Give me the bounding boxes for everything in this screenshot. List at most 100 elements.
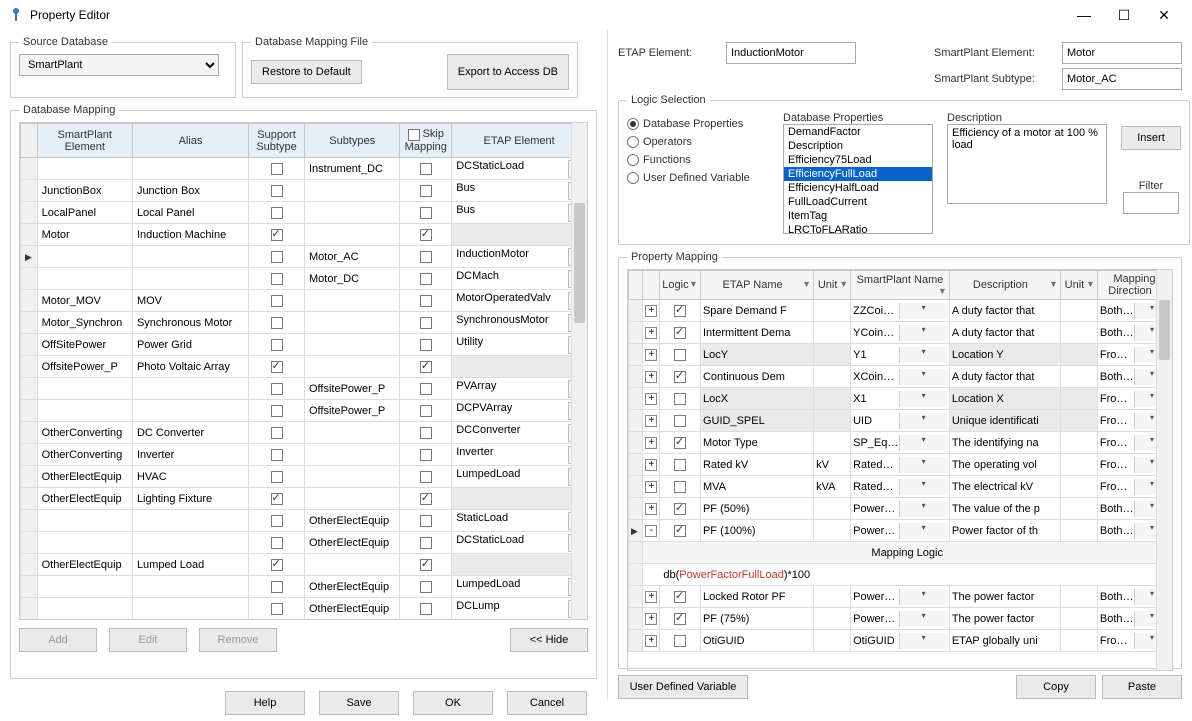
skip-checkbox[interactable] — [420, 383, 432, 395]
logic-checkbox[interactable] — [674, 503, 686, 515]
user-defined-variable-button[interactable]: User Defined Variable — [618, 675, 748, 699]
table-row[interactable]: - PF (100%) PowerFactorF▾ Power factor o… — [629, 520, 1172, 542]
support-checkbox[interactable] — [271, 273, 283, 285]
radio-2[interactable] — [627, 154, 639, 166]
support-checkbox[interactable] — [271, 449, 283, 461]
chevron-down-icon[interactable]: ▾ — [899, 611, 946, 627]
support-checkbox[interactable] — [271, 163, 283, 175]
table-row[interactable]: Motor_MOVMOV MotorOperatedValv▾ — [21, 290, 587, 312]
table-row[interactable]: OtherConvertingInverter Inverter▾ — [21, 444, 587, 466]
expand-icon[interactable]: + — [645, 481, 657, 493]
logic-checkbox[interactable] — [674, 459, 686, 471]
table-row[interactable]: OtherElectEquipHVAC LumpedLoad▾ — [21, 466, 587, 488]
filter-input[interactable] — [1123, 192, 1179, 214]
logic-checkbox[interactable] — [674, 371, 686, 383]
support-checkbox[interactable] — [271, 361, 283, 373]
table-row[interactable]: + Spare Demand F ZZCoincidenc▾ A duty fa… — [629, 300, 1172, 322]
insert-button[interactable]: Insert — [1121, 126, 1181, 150]
chevron-down-icon[interactable]: ▾ — [899, 347, 946, 363]
chevron-down-icon[interactable]: ▾ — [899, 435, 946, 451]
table-row[interactable]: + OtiGUID OtiGUID▾ ETAP globally uni Fro… — [629, 630, 1172, 652]
table-row[interactable]: OtherConvertingDC Converter DCConverter▾ — [21, 422, 587, 444]
table-row[interactable]: OtherElectEquipLumped Load — [21, 554, 587, 576]
prop-mapping-scrollbar[interactable] — [1156, 270, 1172, 670]
list-item[interactable]: Description — [784, 139, 932, 153]
table-row[interactable]: + LocX X1▾ Location X From SPEL▾ — [629, 388, 1172, 410]
table-row[interactable]: + PF (75%) PowerFactor7▾ The power facto… — [629, 608, 1172, 630]
skip-checkbox[interactable] — [420, 339, 432, 351]
db-props-list[interactable]: DemandFactorDescriptionEfficiency75LoadE… — [783, 124, 933, 234]
skip-checkbox[interactable] — [420, 581, 432, 593]
expand-icon[interactable]: + — [645, 591, 657, 603]
expand-icon[interactable]: + — [645, 327, 657, 339]
ok-button[interactable]: OK — [413, 691, 493, 715]
help-button[interactable]: Help — [225, 691, 305, 715]
table-row[interactable]: OtherElectEquip StaticLoad▾ — [21, 510, 587, 532]
support-checkbox[interactable] — [271, 515, 283, 527]
table-row[interactable]: + Motor Type SP_Equipmen▾ The identifyin… — [629, 432, 1172, 454]
expand-icon[interactable]: + — [645, 415, 657, 427]
chevron-down-icon[interactable]: ▾ — [899, 479, 946, 495]
chevron-down-icon[interactable]: ▾ — [899, 391, 946, 407]
col-logic[interactable]: Logic▼ — [659, 271, 700, 300]
expand-icon[interactable]: + — [645, 437, 657, 449]
export-accessdb-button[interactable]: Export to Access DB — [447, 54, 569, 90]
skip-checkbox[interactable] — [420, 427, 432, 439]
table-row[interactable]: + PF (50%) PowerFactorH▾ The value of th… — [629, 498, 1172, 520]
chevron-down-icon[interactable]: ▾ — [899, 457, 946, 473]
table-row[interactable]: + Intermittent Dema YCoincidence▾ A duty… — [629, 322, 1172, 344]
table-row[interactable]: + MVAkVA RatedApparen▾ The electrical kV… — [629, 476, 1172, 498]
table-row[interactable]: OtherElectEquip DCStaticLoad▾ — [21, 532, 587, 554]
support-checkbox[interactable] — [271, 229, 283, 241]
expand-icon[interactable]: + — [645, 393, 657, 405]
logic-checkbox[interactable] — [674, 349, 686, 361]
chevron-down-icon[interactable]: ▾ — [899, 589, 946, 605]
support-checkbox[interactable] — [271, 185, 283, 197]
skip-checkbox[interactable] — [420, 273, 432, 285]
support-checkbox[interactable] — [271, 317, 283, 329]
table-row[interactable]: MotorInduction Machine — [21, 224, 587, 246]
col-etap-name[interactable]: ETAP Name▼ — [700, 271, 813, 300]
list-item[interactable]: DemandFactor — [784, 125, 932, 139]
skip-checkbox[interactable] — [420, 163, 432, 175]
db-mapping-scrollbar[interactable] — [571, 123, 587, 619]
skip-all-checkbox[interactable] — [408, 129, 420, 141]
hide-button[interactable]: << Hide — [510, 628, 588, 652]
support-checkbox[interactable] — [271, 471, 283, 483]
expand-icon[interactable]: + — [645, 371, 657, 383]
radio-0[interactable] — [627, 118, 639, 130]
skip-checkbox[interactable] — [420, 405, 432, 417]
cancel-button[interactable]: Cancel — [507, 691, 587, 715]
radio-1[interactable] — [627, 136, 639, 148]
table-row[interactable]: OtherElectEquipLighting Fixture — [21, 488, 587, 510]
logic-checkbox[interactable] — [674, 305, 686, 317]
skip-checkbox[interactable] — [420, 493, 432, 505]
skip-checkbox[interactable] — [420, 229, 432, 241]
col-sp-name[interactable]: SmartPlant Name▼ — [851, 271, 950, 300]
table-row[interactable]: OffsitePower_P PVArray▾ — [21, 378, 587, 400]
support-checkbox[interactable] — [271, 559, 283, 571]
table-row[interactable]: + LocY Y1▾ Location Y From SPEL▾ — [629, 344, 1172, 366]
expand-icon[interactable]: + — [645, 305, 657, 317]
list-item[interactable]: FullLoadCurrent — [784, 195, 932, 209]
col-support-subtype[interactable]: Support Subtype — [249, 124, 305, 158]
save-button[interactable]: Save — [319, 691, 399, 715]
col-unit1[interactable]: Unit▼ — [814, 271, 851, 300]
skip-checkbox[interactable] — [420, 317, 432, 329]
skip-checkbox[interactable] — [420, 559, 432, 571]
expand-icon[interactable]: + — [645, 349, 657, 361]
table-row[interactable]: OffsitePower_PPhoto Voltaic Array — [21, 356, 587, 378]
support-checkbox[interactable] — [271, 383, 283, 395]
maximize-button[interactable]: ☐ — [1104, 1, 1144, 29]
table-row[interactable]: + Locked Rotor PF PowerFactorA▾ The powe… — [629, 586, 1172, 608]
close-button[interactable]: ✕ — [1144, 1, 1184, 29]
support-checkbox[interactable] — [271, 207, 283, 219]
expand-icon[interactable]: + — [645, 459, 657, 471]
chevron-down-icon[interactable]: ▾ — [899, 369, 946, 385]
logic-checkbox[interactable] — [674, 481, 686, 493]
col-unit2[interactable]: Unit▼ — [1060, 271, 1097, 300]
logic-checkbox[interactable] — [674, 415, 686, 427]
support-checkbox[interactable] — [271, 251, 283, 263]
support-checkbox[interactable] — [271, 339, 283, 351]
skip-checkbox[interactable] — [420, 515, 432, 527]
